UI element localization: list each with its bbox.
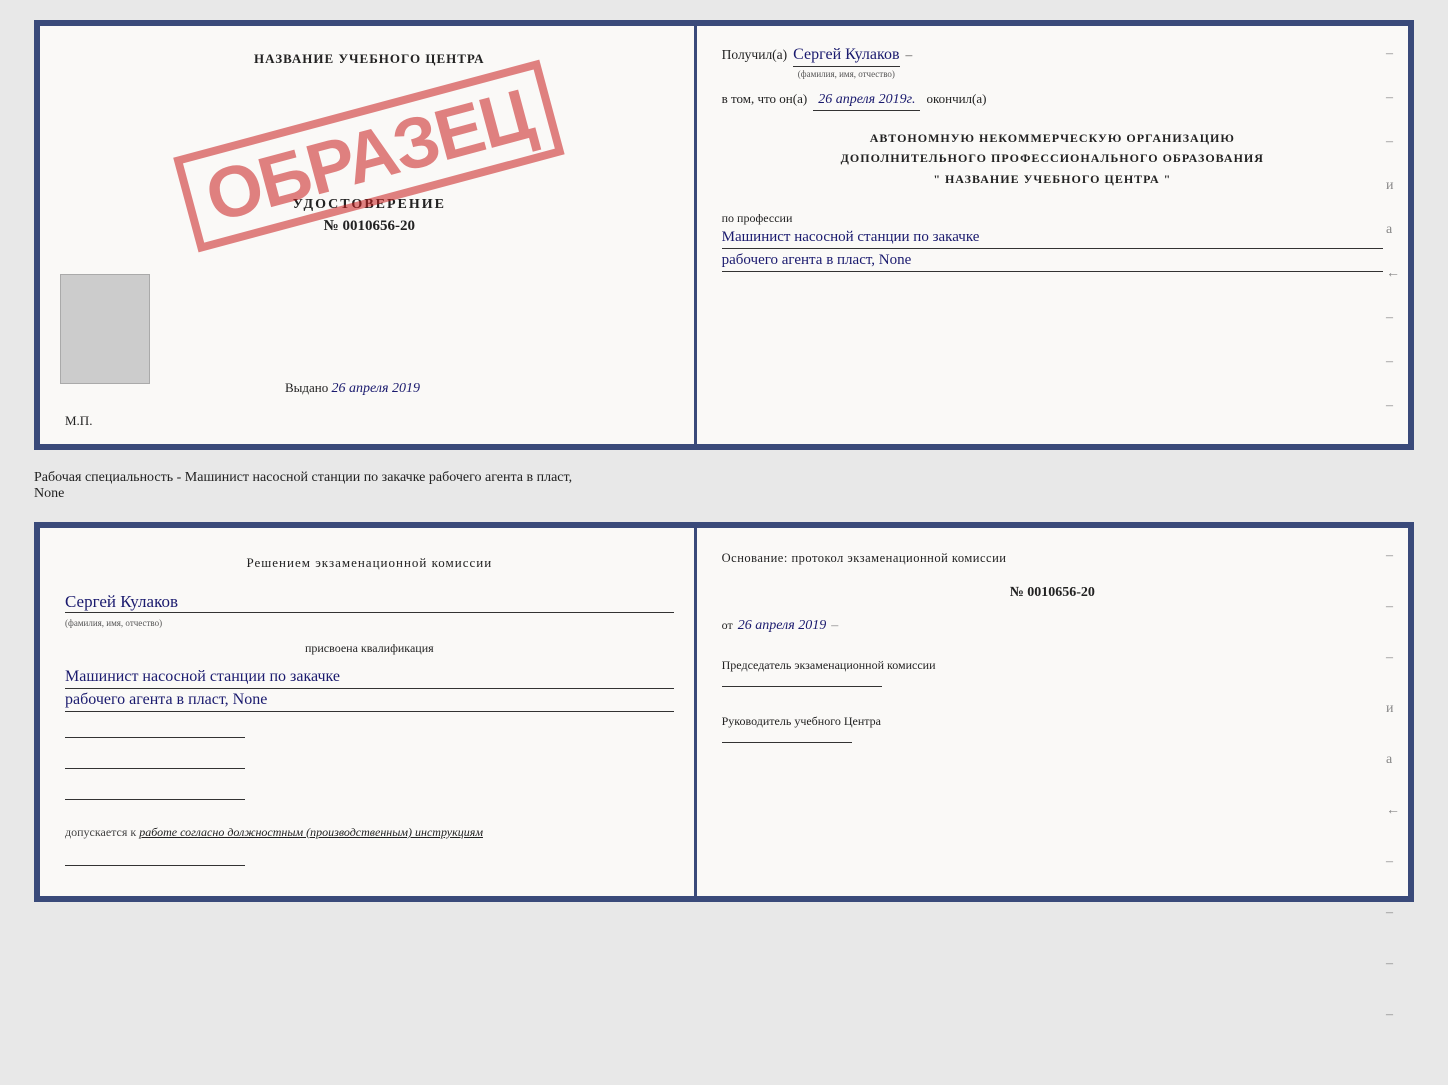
cert-prot-dash: – xyxy=(831,618,838,634)
cert-dash-poluchil: – xyxy=(906,47,913,63)
cert-sig-line1 xyxy=(65,737,245,738)
cert-prot-date-val: 26 апреля 2019 xyxy=(738,618,826,634)
cert-poluchil-label: Получил(а) xyxy=(722,47,788,63)
cert-center-line1: АВТОНОМНУЮ НЕКОММЕРЧЕСКУЮ ОРГАНИЗАЦИЮ xyxy=(722,128,1383,148)
cert-vtom-label: в том, что он(а) xyxy=(722,91,808,107)
cert-rukovod-label: Руководитель учебного Центра xyxy=(722,712,1383,730)
cert-bottom-left-panel: Решением экзаменационной комиссии Сергей… xyxy=(40,528,697,896)
cert-profession-line1: Машинист насосной станции по закачке xyxy=(722,229,1383,249)
cert-resheniem-label: Решением экзаменационной комиссии xyxy=(65,553,674,574)
cert-dopuskaetsya-value: работе согласно должностным (производств… xyxy=(139,825,483,839)
cert-vtom-date: 26 апреля 2019г. xyxy=(813,92,920,111)
cert-qual-line1: Машинист насосной станции по закачке xyxy=(65,668,674,689)
cert-poluchil-row: Получил(а) Сергей Кулаков (фамилия, имя,… xyxy=(722,46,1383,79)
cert-ot-label: от xyxy=(722,618,733,633)
certificate-top-spread: НАЗВАНИЕ УЧЕБНОГО ЦЕНТРА ОБРАЗЕЦ УДОСТОВ… xyxy=(34,20,1414,450)
cert-fio-name: Сергей Кулаков xyxy=(65,592,674,613)
cert-dopuskaetsya-block: допускается к работе согласно должностны… xyxy=(65,825,674,840)
cert-prot-number: № 0010656-20 xyxy=(722,585,1383,601)
cert-osnova-label: Основание: протокол экзаменационной коми… xyxy=(722,548,1383,568)
cert-mp-label: М.П. xyxy=(65,413,92,429)
cert-sig-line2 xyxy=(65,768,245,769)
cert-okonchil-label: окончил(а) xyxy=(926,91,986,107)
cert-dopuskaetsya-label: допускается к xyxy=(65,825,136,839)
cert-bottom-right-panel: Основание: протокол экзаменационной коми… xyxy=(697,528,1408,896)
cert-profession-label: по профессии xyxy=(722,211,1383,226)
cert-chair-sig-line xyxy=(722,686,882,687)
cert-rukovod-block: Руководитель учебного Центра xyxy=(722,712,1383,746)
cert-fio-sublabel: (фамилия, имя, отчество) xyxy=(65,618,162,628)
cert-profession-line2: рабочего агента в пласт, None xyxy=(722,252,1383,272)
cert-center-line3: " НАЗВАНИЕ УЧЕБНОГО ЦЕНТРА " xyxy=(722,169,1383,189)
certificate-bottom-spread: Решением экзаменационной комиссии Сергей… xyxy=(34,522,1414,902)
cert-number: № 0010656-20 xyxy=(293,218,446,235)
middle-text-block: Рабочая специальность - Машинист насосно… xyxy=(34,465,1414,507)
cert-top-left-panel: НАЗВАНИЕ УЧЕБНОГО ЦЕНТРА ОБРАЗЕЦ УДОСТОВ… xyxy=(40,26,697,444)
middle-text-line1: Рабочая специальность - Машинист насосно… xyxy=(34,470,572,485)
cert-predsedatel-label: Председатель экзаменационной комиссии xyxy=(722,656,1383,674)
cert-center-line2: ДОПОЛНИТЕЛЬНОГО ПРОФЕССИОНАЛЬНОГО ОБРАЗО… xyxy=(722,148,1383,168)
middle-text-line2: None xyxy=(34,486,64,501)
cert-bottom-right-edge-dashes: – – – и а ← – – – – xyxy=(1386,548,1400,1023)
cert-stamp-area: ОБРАЗЕЦ УДОСТОВЕРЕНИЕ № 0010656-20 xyxy=(65,97,674,379)
cert-qual-block: Машинист насосной станции по закачке раб… xyxy=(65,666,674,712)
cert-prisvoena-label: присвоена квалификация xyxy=(65,641,674,656)
cert-poluchil-sublabel: (фамилия, имя, отчество) xyxy=(798,69,895,79)
cert-predsedatel-block: Председатель экзаменационной комиссии xyxy=(722,656,1383,690)
cert-top-right-panel: Получил(а) Сергей Кулаков (фамилия, имя,… xyxy=(697,26,1408,444)
cert-center-org-block: АВТОНОМНУЮ НЕКОММЕРЧЕСКУЮ ОРГАНИЗАЦИЮ ДО… xyxy=(722,128,1383,189)
cert-qual-line2: рабочего агента в пласт, None xyxy=(65,691,674,712)
cert-poluchil-name: Сергей Кулаков xyxy=(793,46,899,67)
cert-right-edge-dashes: – – – и а ← – – – xyxy=(1386,46,1400,414)
cert-vtom-row: в том, что он(а) 26 апреля 2019г. окончи… xyxy=(722,91,1383,111)
cert-rukovod-sig-line xyxy=(722,742,852,743)
cert-fio-block: Сергей Кулаков (фамилия, имя, отчество) xyxy=(65,592,674,631)
cert-prot-date-row: от 26 апреля 2019 – xyxy=(722,618,1383,634)
cert-udostoverenie-label: УДОСТОВЕРЕНИЕ xyxy=(293,197,446,213)
cert-photo-placeholder xyxy=(60,274,150,384)
cert-sig-line3 xyxy=(65,799,245,800)
cert-vydano-date: 26 апреля 2019 xyxy=(332,381,420,396)
cert-sig-line4 xyxy=(65,865,245,866)
cert-school-name-top: НАЗВАНИЕ УЧЕБНОГО ЦЕНТРА xyxy=(65,51,674,67)
cert-profession-block: по профессии Машинист насосной станции п… xyxy=(722,206,1383,272)
